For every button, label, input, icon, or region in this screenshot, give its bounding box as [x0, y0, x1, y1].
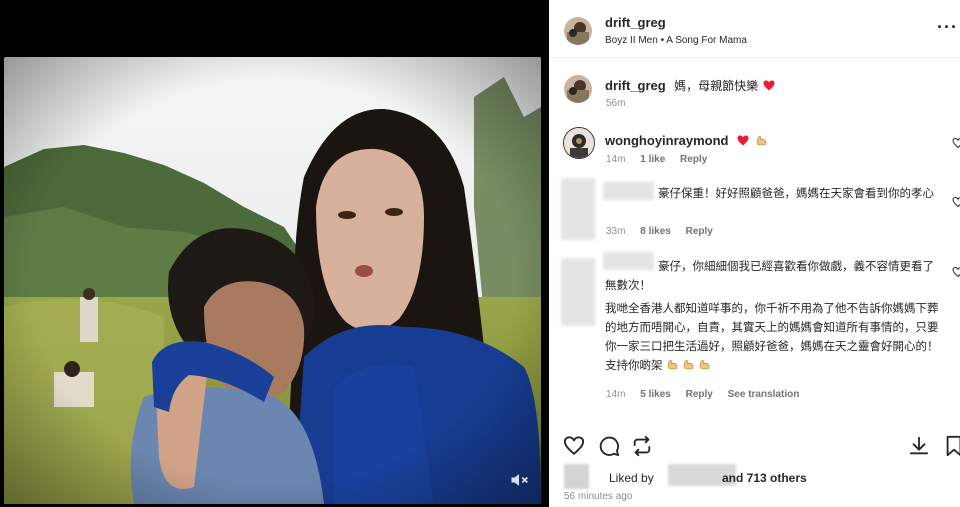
media-panel: [0, 0, 549, 507]
caption-avatar[interactable]: [564, 75, 592, 103]
comment-time: 14m: [606, 389, 626, 400]
bookmark-icon[interactable]: [943, 435, 960, 457]
comment-bubble-icon[interactable]: [598, 435, 620, 457]
repost-icon[interactable]: [631, 435, 653, 457]
flexed-biceps-emoji-icon: [683, 360, 694, 370]
comment-like-heart-icon[interactable]: [952, 137, 960, 149]
caption: drift_greg 媽，母親節快樂: [605, 77, 775, 95]
flexed-biceps-emoji-icon: [667, 360, 678, 370]
reply-button[interactable]: Reply: [680, 154, 707, 165]
comment-meta: 33m 8 likes Reply: [606, 226, 725, 237]
commenter-avatar[interactable]: [563, 127, 595, 159]
commenter-avatar-blurred[interactable]: [561, 258, 595, 326]
caption-username[interactable]: drift_greg: [605, 78, 666, 93]
red-heart-emoji-icon: [737, 135, 749, 146]
caption-text: 媽，母親節快樂: [674, 79, 759, 93]
comment-time: 14m: [606, 154, 626, 165]
comment-body: wonghoyinraymond: [605, 132, 768, 150]
comment-meta: 14m 1 like Reply: [606, 154, 719, 165]
more-options-icon[interactable]: ···: [937, 18, 958, 36]
download-icon[interactable]: [908, 435, 930, 457]
comment-likes[interactable]: 5 likes: [640, 389, 671, 400]
speaker-muted-icon[interactable]: [509, 470, 529, 490]
comment-like-heart-icon[interactable]: [952, 266, 960, 278]
comment-paragraph: 支持你啲架: [605, 357, 940, 376]
flexed-biceps-emoji-icon: [757, 136, 767, 146]
post-action-bar: [563, 435, 960, 457]
comment-time: 33m: [606, 226, 626, 237]
comment-meta: 14m 5 likes Reply See translation: [606, 389, 811, 400]
reply-button[interactable]: Reply: [686, 389, 713, 400]
comment-likes[interactable]: 8 likes: [640, 226, 671, 237]
caption-time: 56m: [606, 98, 626, 109]
commenter-username[interactable]: wonghoyinraymond: [605, 133, 729, 148]
commenter-avatar-blurred[interactable]: [561, 178, 595, 240]
author-avatar[interactable]: [564, 17, 592, 45]
comment-paragraph: 我哋全香港人都知道咩事的，你千祈不用為了他不告訴你媽媽下葬的地方而唔開心，自責，…: [605, 303, 939, 353]
video-frame: [4, 57, 541, 504]
author-username[interactable]: drift_greg: [605, 15, 666, 30]
reply-button[interactable]: Reply: [686, 226, 713, 237]
red-heart-emoji-icon: [763, 80, 775, 91]
comment-text: 豪仔，你細細個我已經喜歡看你做戲，義不容情更看了無數次！ 我哋全香港人都知道咩事…: [605, 258, 940, 376]
post-video[interactable]: [4, 57, 541, 504]
comment-text: 豪仔保重！好好照顧爸爸，媽媽在天家會看到你的孝心: [658, 188, 934, 200]
see-translation-button[interactable]: See translation: [728, 389, 800, 400]
comment-like-heart-icon[interactable]: [952, 196, 960, 208]
comment-paragraph: 豪仔，你細細個我已經喜歡看你做戲，義不容情更看了無數次！: [605, 261, 934, 292]
likes-count[interactable]: and 713 others: [722, 471, 807, 485]
comment-likes[interactable]: 1 like: [640, 154, 665, 165]
liker-avatar-blurred[interactable]: [564, 464, 589, 489]
post-timestamp: 56 minutes ago: [564, 491, 633, 502]
flexed-biceps-emoji-icon: [700, 360, 710, 370]
like-heart-icon[interactable]: [563, 435, 585, 457]
liked-by-label: Liked by: [609, 471, 654, 485]
post-header: drift_greg Boyz II Men • A Song For Mama…: [549, 0, 960, 58]
audio-track[interactable]: Boyz II Men • A Song For Mama: [605, 35, 747, 46]
post-detail-panel: drift_greg Boyz II Men • A Song For Mama…: [549, 0, 960, 507]
